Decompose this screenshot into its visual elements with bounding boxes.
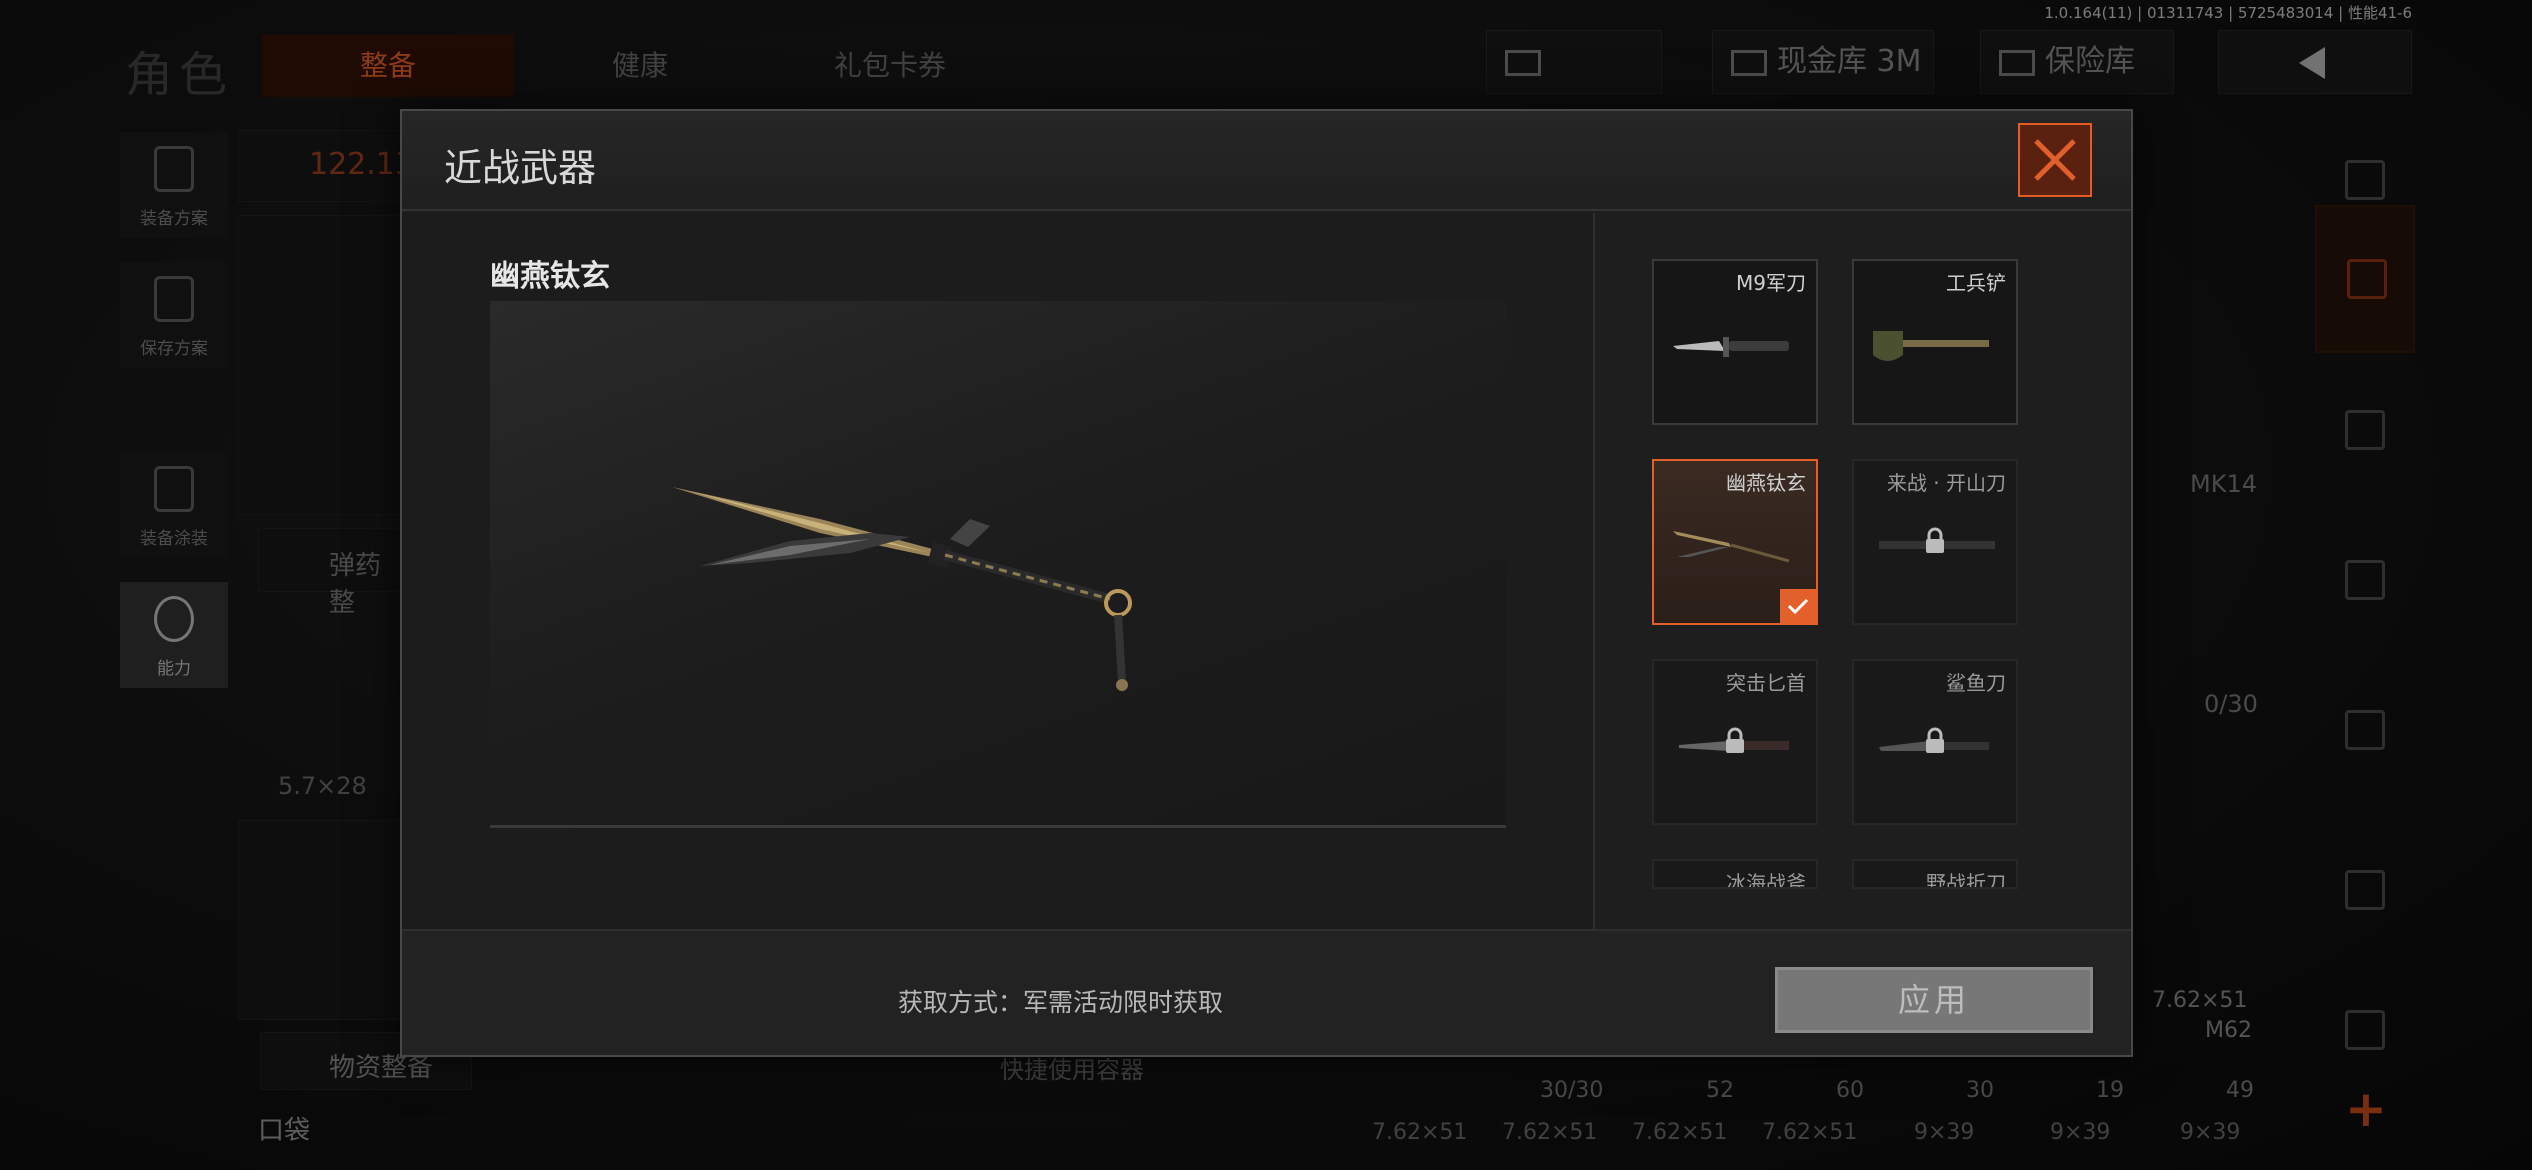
obtain-method-text: 获取方式：军需活动限时获取 [898, 988, 1224, 1017]
dialog-header: 近战武器 [402, 111, 2131, 211]
weapon-card-ice-axe[interactable]: 冰海战斧 [1652, 859, 1818, 889]
card-label: 幽燕钛玄 [1726, 471, 1806, 495]
weapon-grid: M9军刀 工兵铲 幽燕钛玄 来战 · 开山刀 突击匕首 鲨鱼刀 冰海战斧 野战折… [1597, 213, 2131, 929]
card-label: 冰海战斧 [1726, 871, 1806, 889]
weapon-card-assault-dagger[interactable]: 突击匕首 [1652, 659, 1818, 825]
weapon-card-shark-knife[interactable]: 鲨鱼刀 [1852, 659, 2018, 825]
weapon-card-field-folding-knife[interactable]: 野战折刀 [1852, 859, 2018, 889]
weapon-card-shovel[interactable]: 工兵铲 [1852, 259, 2018, 425]
weapon-card-machete[interactable]: 来战 · 开山刀 [1852, 459, 2018, 625]
card-label: 突击匕首 [1726, 671, 1806, 695]
card-label: 工兵铲 [1946, 271, 2006, 295]
sword-icon [1673, 531, 1790, 563]
selected-check [1780, 589, 1816, 623]
weapon-preview[interactable] [490, 301, 1506, 828]
shovel-icon [1873, 331, 1989, 361]
apply-button[interactable]: 应用 [1775, 967, 2093, 1033]
dialog-footer: 获取方式：军需活动限时获取 应用 [402, 929, 2131, 1055]
selected-weapon-name: 幽燕钛玄 [490, 259, 610, 294]
knife-icon [1673, 337, 1789, 357]
weapon-card-m9[interactable]: M9军刀 [1652, 259, 1818, 425]
lock-icon [1926, 527, 1944, 553]
preview-area: 幽燕钛玄 [402, 213, 1595, 929]
melee-weapon-dialog: 近战武器 幽燕钛玄 M9军刀 工兵铲 幽燕钛玄 来战 · 开山刀 突击匕首 鲨鱼… [400, 109, 2133, 1057]
dialog-title: 近战武器 [444, 146, 597, 190]
sword-illustration [672, 487, 1132, 691]
card-label: 来战 · 开山刀 [1886, 471, 2006, 495]
card-label: 野战折刀 [1926, 871, 2006, 889]
close-button[interactable] [2018, 123, 2092, 197]
weapon-card-youyan[interactable]: 幽燕钛玄 [1652, 459, 1818, 625]
close-icon [2034, 139, 2076, 181]
lock-icon [1926, 727, 1944, 753]
card-label: 鲨鱼刀 [1946, 671, 2006, 695]
check-icon [1787, 598, 1809, 615]
lock-icon [1726, 727, 1744, 753]
card-label: M9军刀 [1736, 271, 1806, 295]
